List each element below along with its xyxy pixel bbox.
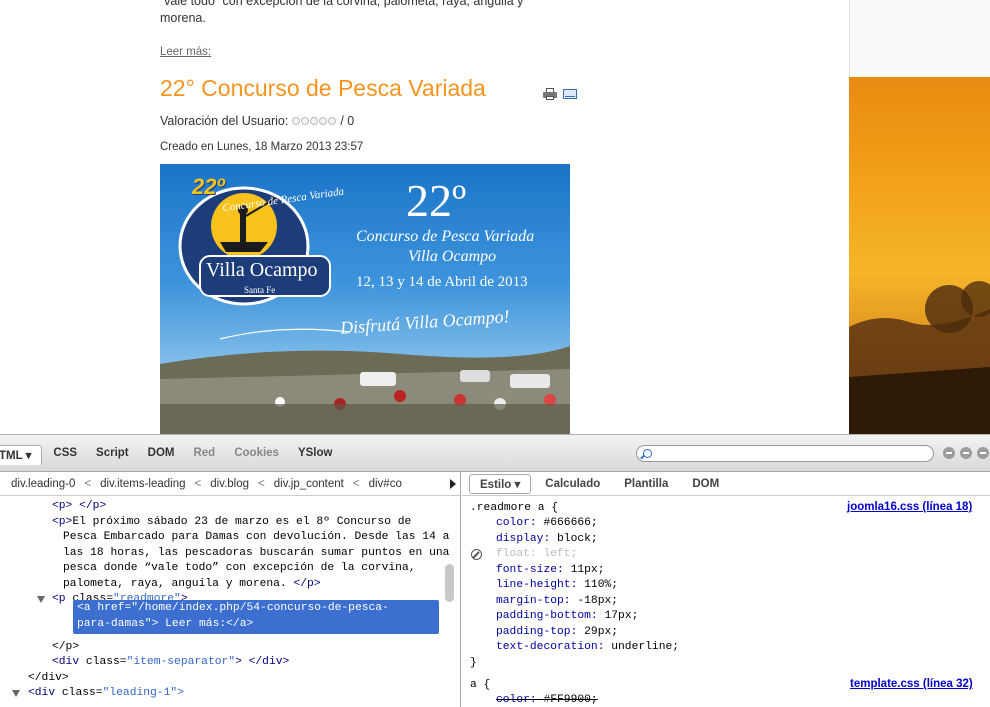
html-panel-scrollbar[interactable]	[445, 564, 454, 602]
poster-dates: 12, 13 y 14 de Abril de 2013	[356, 274, 528, 290]
tab-yslow[interactable]: YSlow	[290, 445, 341, 465]
tree-text: las 18 horas, las pescadoras buscarán su…	[63, 547, 450, 559]
tab-css[interactable]: CSS	[45, 445, 85, 465]
css-rule-close: }	[470, 657, 477, 669]
breadcrumb-item[interactable]: div.leading-0	[11, 478, 75, 490]
disabled-property-icon[interactable]	[471, 549, 482, 560]
tab-cookies[interactable]: Cookies	[226, 445, 287, 465]
sidebar-sunset-image	[849, 77, 990, 434]
css-property-disabled[interactable]: float: left;	[496, 547, 577, 563]
expand-twisty-icon[interactable]	[37, 596, 45, 603]
poster-line-2: Villa Ocampo	[408, 248, 497, 265]
css-property[interactable]: line-height: 110%;	[496, 578, 618, 594]
breadcrumb-item[interactable]: div.jp_content	[274, 478, 344, 490]
minimize-icon[interactable]	[943, 447, 955, 459]
search-icon	[643, 449, 652, 458]
intro-line-1: “vale todo” con excepción de la corvina,…	[160, 0, 524, 8]
breadcrumb-item[interactable]: div#co	[369, 478, 402, 490]
article-title[interactable]: 22° Concurso de Pesca Variada	[160, 75, 486, 102]
tree-node[interactable]: </div>	[28, 671, 69, 687]
breadcrumb-item[interactable]: div.blog	[210, 478, 249, 490]
star-icon	[301, 117, 310, 125]
breadcrumb: div.leading-0 < div.items-leading < div.…	[0, 472, 460, 496]
rating-value: / 0	[340, 114, 355, 128]
print-icon[interactable]	[543, 88, 557, 100]
css-property[interactable]: margin-top: -18px;	[496, 594, 618, 610]
css-source-link[interactable]: joomla16.css (línea 18)	[847, 500, 972, 516]
firebug-toolbar: TML ▾ CSS Script DOM Red Cookies YSlow	[0, 435, 990, 472]
poster-logo-number: 22º	[192, 174, 225, 199]
star-icon	[292, 117, 301, 125]
tab-calculado[interactable]: Calculado	[535, 476, 610, 492]
tree-node[interactable]: <p> </p>	[52, 499, 106, 515]
user-rating: Valoración del Usuario: / 0	[160, 114, 354, 128]
breadcrumb-separator: <	[352, 477, 360, 490]
css-property[interactable]: padding-top: 29px;	[496, 625, 618, 641]
created-date: Creado en Lunes, 18 Marzo 2013 23:57	[160, 141, 364, 153]
star-icon	[328, 117, 337, 125]
tree-text: pesca donde “vale todo” con excepción de…	[63, 562, 416, 574]
star-icon	[310, 117, 319, 125]
selected-tree-node[interactable]: <a href="/home/index.php/54-concurso-de-…	[73, 600, 439, 634]
breadcrumb-separator: <	[258, 477, 265, 490]
style-panel: Estilo ▾ Calculado Plantilla DOM .readmo…	[462, 472, 990, 707]
tree-node: palometa, raya, anguila y morena. </p>	[63, 578, 321, 590]
star-icon	[319, 117, 328, 125]
web-page: “vale todo” con excepción de la corvina,…	[0, 0, 990, 434]
tree-node[interactable]: <p>El próximo sábado 23 de marzo es el 8…	[52, 515, 411, 531]
css-property[interactable]: padding-bottom: 17px;	[496, 609, 638, 625]
tab-red[interactable]: Red	[185, 445, 223, 465]
expand-twisty-icon[interactable]	[12, 690, 20, 697]
close-icon[interactable]	[977, 447, 989, 459]
firebug-search-input[interactable]	[636, 445, 934, 462]
tab-dom-side[interactable]: DOM	[682, 476, 729, 492]
previous-article-intro: “vale todo” con excepción de la corvina,…	[160, 0, 580, 27]
poster-logo-sub: Santa Fe	[244, 285, 276, 295]
email-icon[interactable]	[563, 89, 577, 99]
css-source-link[interactable]: template.css (línea 32)	[850, 677, 973, 693]
tab-script[interactable]: Script	[88, 445, 137, 465]
tree-node-separator[interactable]: <div class="item-separator"> </div>	[52, 655, 289, 671]
tab-html[interactable]: TML ▾	[0, 445, 43, 465]
tree-text: Pesca Embarcado para Damas con devolució…	[63, 531, 450, 543]
read-more-link[interactable]: Leer más:	[160, 46, 211, 58]
detach-icon[interactable]	[960, 447, 972, 459]
intro-line-2: morena.	[160, 11, 206, 25]
firebug-panel: TML ▾ CSS Script DOM Red Cookies YSlow d…	[0, 434, 990, 707]
tab-dom[interactable]: DOM	[140, 445, 183, 465]
css-property[interactable]: display: block;	[496, 532, 598, 548]
css-selector[interactable]: .readmore a {	[470, 501, 558, 517]
side-panel-tabs: Estilo ▾ Calculado Plantilla DOM	[462, 472, 990, 496]
breadcrumb-item[interactable]: div.items-leading	[100, 478, 185, 490]
css-property[interactable]: color: #666666;	[496, 516, 598, 532]
article-poster-image: 22º Concurso de Pesca Variada Villa Ocam…	[160, 164, 570, 434]
css-property-overridden[interactable]: color: #FF9900;	[496, 693, 598, 707]
css-property[interactable]: text-decoration: underline;	[496, 640, 679, 656]
tree-node[interactable]: </p>	[52, 640, 79, 656]
tab-plantilla[interactable]: Plantilla	[614, 476, 678, 492]
poster-number: 22º	[406, 175, 467, 226]
firebug-tabs: TML ▾ CSS Script DOM Red Cookies YSlow	[0, 445, 343, 465]
article-icons	[543, 88, 577, 100]
breadcrumb-separator: <	[84, 477, 92, 490]
poster-line-1: Concurso de Pesca Variada	[356, 228, 535, 245]
tab-estilo[interactable]: Estilo ▾	[469, 473, 532, 494]
poster-logo-name: Villa Ocampo	[206, 259, 318, 281]
breadcrumb-scroll-arrow-icon[interactable]	[450, 479, 456, 489]
rating-label: Valoración del Usuario:	[160, 114, 289, 128]
css-property[interactable]: font-size: 11px;	[496, 563, 604, 579]
css-selector[interactable]: a {	[470, 678, 490, 694]
html-panel: div.leading-0 < div.items-leading < div.…	[0, 472, 461, 707]
breadcrumb-separator: <	[194, 477, 202, 490]
rating-stars	[292, 117, 337, 125]
tree-node-leading-1[interactable]: <div class="leading-1">	[28, 686, 184, 702]
